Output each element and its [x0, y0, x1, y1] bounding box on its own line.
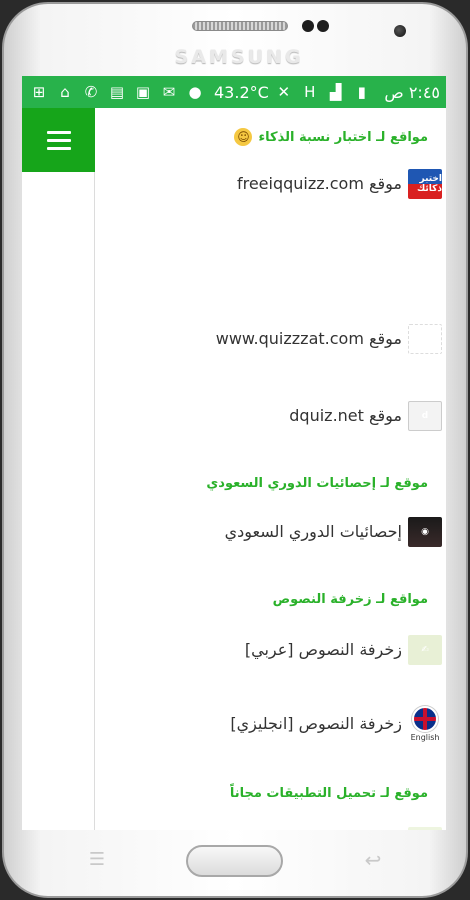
whatsapp-icon: ✆ [84, 83, 98, 101]
site-thumbnail-icon: اختبر ذكائك [408, 168, 442, 199]
section-title: مواقع لـ اختبار نسبة الذكاء [258, 129, 428, 145]
map-icon: ▤ [109, 83, 125, 101]
uk-flag-icon: English [408, 704, 442, 744]
signal-icon: ▟ [330, 83, 342, 101]
mute-icon: ✕ [277, 83, 291, 101]
item-label: إحصائيات الدوري السعودي [224, 522, 402, 541]
flag-caption: English [410, 732, 440, 742]
location-icon: ● [188, 83, 202, 101]
navigation-drawer [22, 108, 95, 830]
apk-thumbnail-icon: APK [408, 826, 442, 830]
temperature-readout: 43.2°C [214, 82, 269, 102]
section-header-saudi-league: موقع لـ إحصائيات الدوري السعودي [96, 476, 446, 491]
list-item-freeiqquizz[interactable]: اختبر ذكائك موقع freeiqquizz.com [96, 168, 446, 199]
battery-icon: ▮ [357, 83, 366, 101]
plus-box-icon: ⊞ [32, 83, 46, 101]
list-item-decoration-arabic[interactable]: ✍ زخرفة النصوص [عربي] [96, 634, 446, 665]
gallery-icon: ▣ [135, 83, 151, 101]
front-camera-icon [394, 25, 406, 37]
clock: ٢:٤٥ ص [384, 82, 440, 102]
section-header-iq: مواقع لـ اختبار نسبة الذكاء ☺ [96, 128, 446, 146]
list-item-quizzzat[interactable]: موقع www.quizzzat.com [96, 323, 446, 354]
sensor-icon [302, 20, 314, 32]
status-bar: ⊞ ⌂ ✆ ▤ ▣ ✉ ● 43.2°C ✕ H ▟ ▮ ٢:٤٥ ص [22, 76, 446, 108]
home-button[interactable] [186, 845, 283, 877]
screen: ⊞ ⌂ ✆ ▤ ▣ ✉ ● 43.2°C ✕ H ▟ ▮ ٢:٤٥ ص مواق… [22, 76, 446, 830]
content-list: مواقع لـ اختبار نسبة الذكاء ☺ اختبر ذكائ… [96, 108, 446, 830]
section-header-text-decoration: مواقع لـ زخرفة النصوص [96, 592, 446, 607]
section-title: موقع لـ إحصائيات الدوري السعودي [206, 476, 428, 491]
hamburger-icon[interactable] [22, 108, 95, 172]
brand-logo: SAMSUNG [174, 46, 304, 68]
back-key-icon[interactable]: ↩ [358, 850, 388, 870]
section-header-apps: موقع لـ تحميل التطبيقات مجاناً [96, 786, 446, 801]
sensor-icon [317, 20, 329, 32]
item-label: زخرفة النصوص [عربي] [244, 640, 402, 659]
league-thumbnail-icon: ◉ [408, 516, 442, 547]
section-title: موقع لـ تحميل التطبيقات مجاناً [229, 786, 428, 801]
site-thumbnail-icon: d [408, 400, 442, 431]
smiley-icon: ☺ [234, 128, 253, 146]
earpiece-speaker [192, 21, 288, 31]
site-thumbnail-icon [408, 323, 442, 354]
h-plus-icon: H [304, 83, 316, 101]
list-item-decoration-english[interactable]: English زخرفة النصوص [انجليزي] [96, 705, 446, 742]
list-item-dquiz[interactable]: d موقع dquiz.net [96, 400, 446, 431]
item-label: موقع freeiqquizz.com [236, 174, 402, 193]
menu-key-icon[interactable]: ☰ [84, 851, 110, 869]
section-title: مواقع لـ زخرفة النصوص [272, 592, 428, 607]
item-label: موقع www.quizzzat.com [215, 329, 402, 348]
list-item-saudi-stats[interactable]: ◉ إحصائيات الدوري السعودي [96, 516, 446, 547]
photo-app-icon: ⌂ [60, 83, 70, 101]
item-label: زخرفة النصوص [انجليزي] [230, 714, 402, 733]
gmail-icon: ✉ [162, 83, 176, 101]
phone-thumbnail-icon: ✍ [408, 634, 442, 665]
item-label: موقع dquiz.net [289, 406, 402, 425]
